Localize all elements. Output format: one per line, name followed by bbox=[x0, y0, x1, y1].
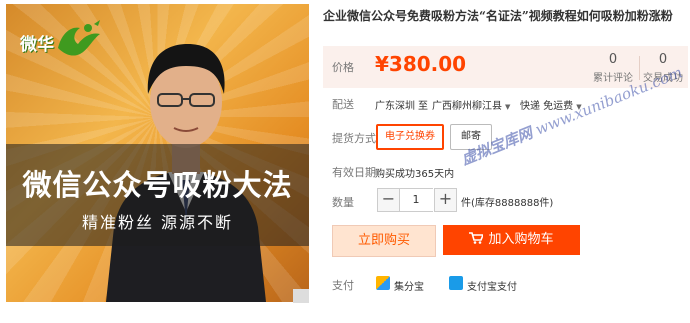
shipping-destination-text: 广西柳州柳江县 bbox=[432, 101, 502, 112]
alipay-icon bbox=[449, 276, 463, 290]
payment-method-jifenbao: 集分宝 bbox=[394, 282, 424, 293]
cart-icon bbox=[469, 232, 485, 244]
option-voucher[interactable]: 电子兑换券 bbox=[376, 124, 444, 150]
shipping-label: 配送 bbox=[332, 98, 354, 111]
price-label: 价格 bbox=[332, 61, 354, 74]
chevron-down-icon: ▼ bbox=[505, 103, 511, 111]
quantity-minus-button[interactable]: − bbox=[377, 188, 400, 212]
payment-label: 支付 bbox=[332, 279, 354, 292]
image-subline: 精准粉丝 源源不断 bbox=[81, 213, 234, 232]
product-image: 微华 微信公众号吸粉大法 精准粉丝 源源不断 bbox=[6, 4, 309, 302]
quantity-label: 数量 bbox=[332, 196, 354, 209]
image-headline: 微信公众号吸粉大法 bbox=[22, 168, 293, 202]
buy-now-button[interactable]: 立即购买 bbox=[332, 225, 436, 257]
shipping-from: 广东深圳 bbox=[375, 101, 415, 112]
add-to-cart-label: 加入购物车 bbox=[488, 232, 554, 247]
add-to-cart-button[interactable]: 加入购物车 bbox=[443, 225, 580, 255]
review-count-number: 0 bbox=[608, 52, 618, 67]
stock-text: 件(库存8888888件) bbox=[461, 198, 554, 209]
payment-method-alipay: 支付宝支付 bbox=[467, 282, 517, 293]
product-title: 企业微信公众号免费吸粉方法“名证法”视频教程如何吸粉加粉涨粉 bbox=[323, 9, 673, 23]
validity-text: 购买成功365天内 bbox=[375, 169, 455, 180]
delivery-label: 提货方式 bbox=[332, 132, 376, 145]
validity-label: 有效日期 bbox=[332, 166, 376, 179]
quantity-plus-button[interactable]: + bbox=[434, 188, 457, 212]
price-value: ¥380.00 bbox=[375, 52, 467, 76]
scroll-button[interactable] bbox=[293, 289, 309, 303]
logo-text: 微华 bbox=[20, 35, 54, 55]
review-count[interactable]: 0 累计评论 bbox=[593, 52, 633, 84]
shipping-to-word: 至 bbox=[418, 101, 428, 112]
quantity-input[interactable]: 1 bbox=[399, 188, 433, 212]
shipping-destination-select[interactable]: 广西柳州柳江县 ▼ bbox=[432, 97, 510, 112]
jifenbao-icon bbox=[376, 276, 390, 290]
